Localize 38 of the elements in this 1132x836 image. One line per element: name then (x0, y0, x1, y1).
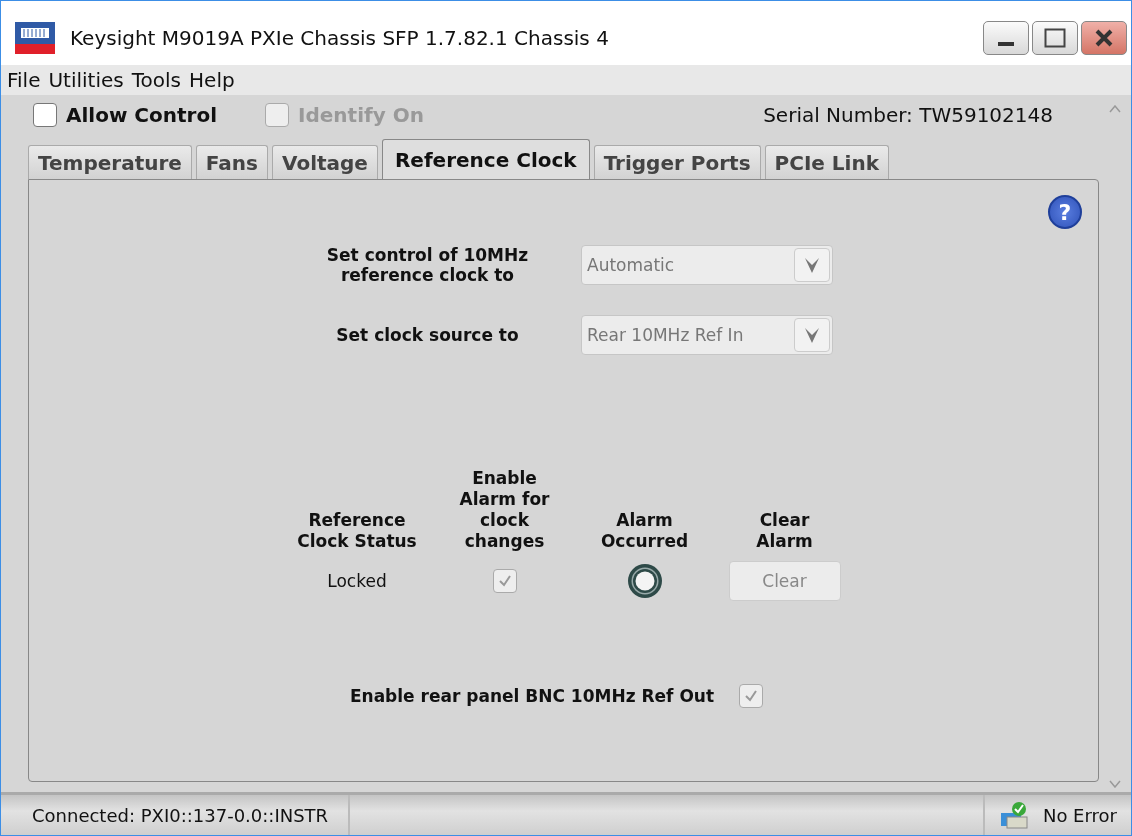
maximize-icon (1044, 28, 1066, 48)
tab[interactable]: Reference Clock (381, 139, 590, 179)
menu-item[interactable]: File (3, 68, 45, 92)
field-label: Set control of 10MHz reference clock to (325, 245, 530, 285)
tab[interactable]: Voltage (272, 145, 378, 179)
check-icon (743, 688, 759, 704)
column-header: Clear Alarm (755, 510, 814, 552)
checkbox-label: Allow Control (66, 103, 218, 127)
connection-status: Connected: PXI0::137-0.0::INSTR (32, 804, 329, 826)
column-header: Alarm Occurred (599, 510, 690, 552)
column-header: Enable Alarm for clock changes (458, 468, 551, 552)
checkbox-label: Enable rear panel BNC 10MHz Ref Out (348, 686, 716, 706)
close-button[interactable] (1081, 21, 1127, 55)
maximize-button[interactable] (1032, 21, 1078, 55)
checkbox[interactable] (33, 103, 57, 127)
menu-item[interactable]: Tools (127, 68, 186, 92)
field-label: Set clock source to (335, 325, 520, 345)
app-icon (14, 21, 56, 55)
tab[interactable]: PCIe Link (764, 145, 889, 179)
error-status: No Error (1042, 804, 1117, 826)
clock-status: Locked (327, 571, 387, 591)
serial-number: Serial Number: TW59102148 (763, 103, 1053, 127)
network-status-icon (998, 801, 1029, 829)
tab[interactable]: Temperature (28, 145, 192, 179)
scroll-up-icon[interactable] (1109, 105, 1121, 113)
menu-item[interactable]: Utilities (44, 68, 128, 92)
tab[interactable]: Fans (195, 145, 268, 179)
close-icon (1094, 29, 1114, 47)
minimize-icon (998, 42, 1014, 46)
column-header: Reference Clock Status (296, 510, 418, 552)
menu-item[interactable]: Help (185, 68, 239, 92)
scroll-down-icon[interactable] (1109, 780, 1121, 788)
help-button[interactable]: ? (1048, 195, 1082, 229)
minimize-button[interactable] (983, 21, 1029, 55)
check-icon (496, 573, 513, 589)
tab[interactable]: Trigger Ports (593, 145, 761, 179)
window-title: Keysight M9019A PXIe Chassis SFP 1.7.82.1 Chassis 4 (70, 26, 610, 50)
checkbox-label: Identify On (298, 103, 424, 127)
